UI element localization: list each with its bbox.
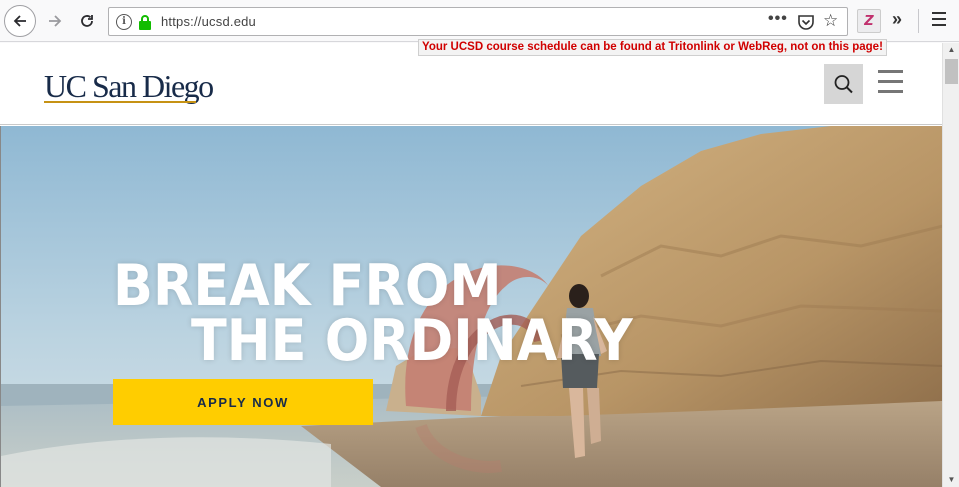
toolbar-separator	[918, 9, 919, 33]
lock-icon[interactable]	[138, 14, 152, 30]
page-actions-icon[interactable]: •••	[768, 10, 788, 28]
site-menu-button[interactable]	[878, 70, 903, 100]
scroll-thumb[interactable]	[945, 59, 958, 84]
url-text[interactable]: https://ucsd.edu	[161, 14, 256, 29]
overflow-chevron-icon[interactable]: »	[892, 9, 902, 30]
page-viewport: UC San Diego BREAK FROM THE ORDINARY APP…	[0, 43, 942, 487]
ucsd-logo[interactable]: UC San Diego	[44, 70, 214, 102]
forward-button[interactable]	[40, 6, 70, 36]
hero-banner: BREAK FROM THE ORDINARY APPLY NOW	[0, 126, 942, 487]
url-bar[interactable]: i https://ucsd.edu ••• ☆	[108, 7, 848, 36]
back-button[interactable]	[4, 5, 36, 37]
bookmark-star-icon[interactable]: ☆	[823, 11, 838, 31]
browser-toolbar: i https://ucsd.edu ••• ☆ Z »	[0, 0, 959, 42]
forward-arrow-icon	[49, 15, 62, 27]
hamburger-menu-icon[interactable]	[932, 12, 946, 30]
reload-icon	[81, 15, 93, 27]
reload-button[interactable]	[72, 6, 102, 36]
logo-underline	[44, 101, 196, 103]
search-icon	[834, 75, 853, 94]
info-icon[interactable]: i	[116, 14, 132, 30]
back-arrow-icon	[13, 15, 26, 27]
scroll-up-icon[interactable]: ▲	[943, 43, 959, 57]
site-search-button[interactable]	[824, 64, 863, 104]
hero-title-line2: THE ORDINARY	[191, 308, 633, 374]
extension-icon[interactable]: Z	[857, 9, 881, 33]
extension-tooltip: Your UCSD course schedule can be found a…	[418, 39, 887, 56]
apply-now-button[interactable]: APPLY NOW	[113, 379, 373, 425]
page-scrollbar[interactable]: ▲ ▼	[942, 43, 959, 487]
scroll-down-icon[interactable]: ▼	[943, 473, 959, 487]
pocket-icon[interactable]	[797, 13, 815, 31]
